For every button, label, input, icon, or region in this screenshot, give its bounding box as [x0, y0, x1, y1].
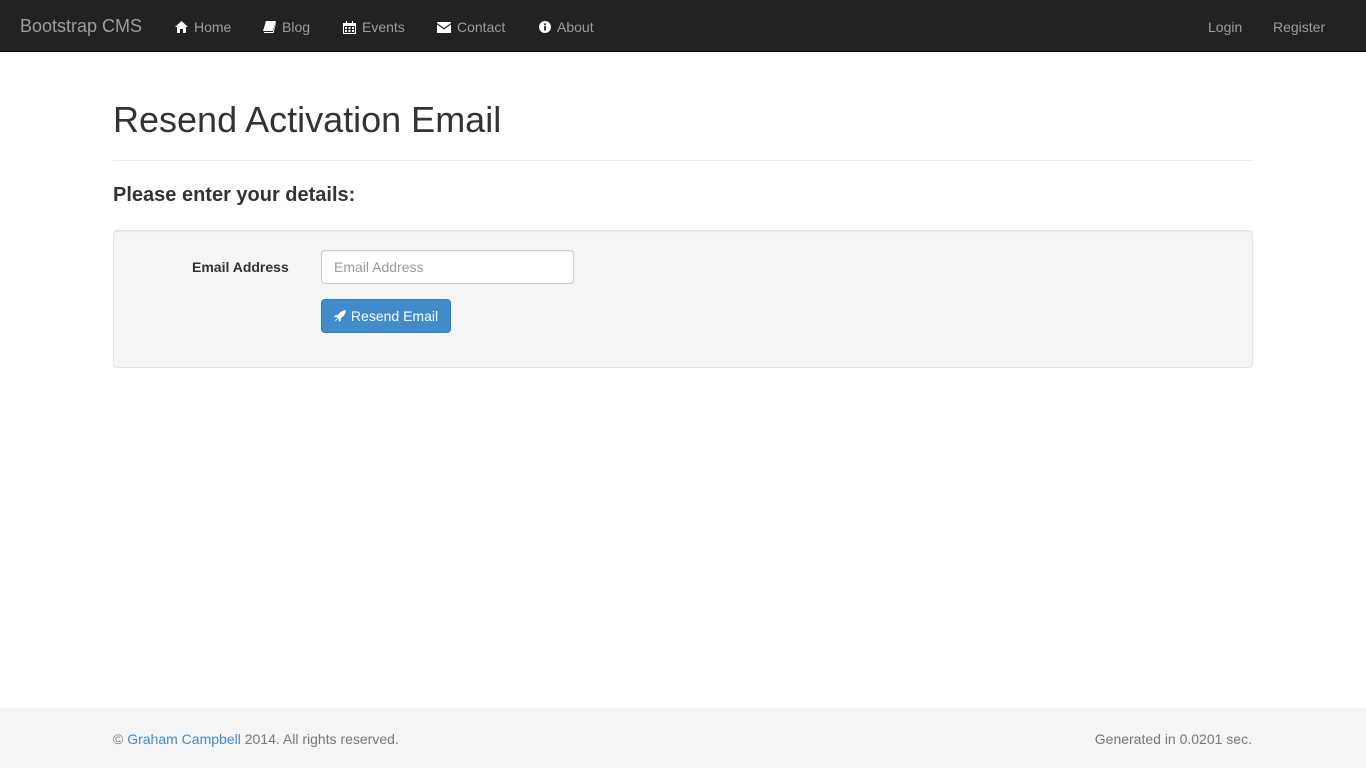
- rocket-icon: [333, 310, 346, 322]
- calendar-icon: [343, 20, 356, 34]
- nav-item-blog[interactable]: Blog: [263, 17, 310, 37]
- email-label: Email Address: [192, 259, 289, 275]
- nav-item-contact[interactable]: Contact: [437, 17, 505, 37]
- brand-link[interactable]: Bootstrap CMS: [20, 15, 142, 37]
- nav-item-label: Login: [1208, 19, 1243, 35]
- nav-item-register[interactable]: Register: [1273, 17, 1325, 37]
- nav-item-about[interactable]: About: [539, 17, 594, 37]
- generation-time: Generated in 0.0201 sec.: [1094, 731, 1252, 747]
- resend-email-button[interactable]: Resend Email: [321, 299, 451, 333]
- resend-form-panel: [113, 230, 1253, 368]
- home-icon: [175, 21, 188, 33]
- info-circle-icon: [539, 21, 551, 33]
- nav-item-label: Home: [194, 19, 232, 35]
- nav-item-label: Contact: [457, 19, 506, 35]
- nav-item-label: Events: [362, 19, 405, 35]
- author-link[interactable]: Graham Campbell: [127, 731, 241, 747]
- nav-item-label: About: [557, 19, 594, 35]
- footer-copyright: © Graham Campbell 2014. All rights reser…: [113, 730, 399, 748]
- book-icon: [263, 21, 276, 33]
- resend-email-label: Resend Email: [350, 308, 439, 324]
- top-navbar: Bootstrap CMS Home Blog Events Contact A…: [0, 0, 1366, 52]
- envelope-icon: [437, 21, 451, 33]
- nav-item-login[interactable]: Login: [1208, 17, 1242, 37]
- nav-item-label: Blog: [282, 19, 311, 35]
- page-title: Resend Activation Email: [113, 99, 502, 140]
- copyright-text: 2014. All rights reserved.: [244, 731, 399, 747]
- form-subtitle: Please enter your details:: [113, 184, 356, 206]
- nav-item-events[interactable]: Events: [343, 17, 405, 37]
- email-input[interactable]: [321, 250, 574, 284]
- nav-item-home[interactable]: Home: [175, 17, 231, 37]
- header-divider: [113, 160, 1253, 161]
- nav-item-label: Register: [1273, 19, 1326, 35]
- copyright-symbol: ©: [113, 731, 124, 747]
